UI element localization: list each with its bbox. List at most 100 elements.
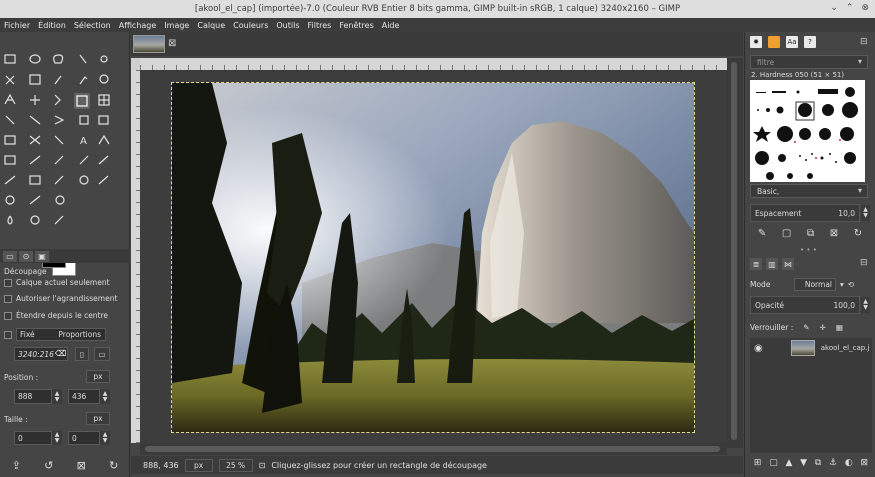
checkbox-current-layer[interactable] [4,278,12,287]
layers-tab-icon[interactable]: ≣ [750,258,762,270]
menu-outils[interactable]: Outils [276,21,299,30]
portrait-icon[interactable]: ▯ [75,347,89,361]
help-tab-icon[interactable]: ? [804,36,816,48]
position-y-input[interactable]: 436 [68,389,100,404]
horizontal-ruler[interactable] [140,58,727,70]
size-h-input[interactable]: 0 [68,431,100,445]
menu-aide[interactable]: Aide [382,21,400,30]
size-w-stepper[interactable]: ▲ ▼ [52,431,62,445]
menu-affichage[interactable]: Affichage [119,21,157,30]
size-unit-select[interactable]: px [86,412,110,425]
new-layer-group-icon[interactable]: ⊞ [754,458,762,472]
tool-options-tab-icon[interactable]: ▭ [3,250,17,262]
position-label: Position : [4,373,39,382]
position-x-stepper[interactable]: ▲ ▼ [52,389,62,404]
spacing-stepper[interactable]: ▲ ▼ [861,205,870,221]
brush-set-dropdown-icon[interactable]: ▾ [858,186,862,195]
mode-dropdown-icon[interactable]: ▾ [840,280,844,289]
save-options-icon[interactable]: ⇪ [12,459,21,472]
close-tab-icon[interactable]: ⊠ [168,38,178,49]
lock-position-icon[interactable]: ✛ [820,323,826,332]
option-expand-center[interactable]: Étendre depuis le centre [4,311,108,320]
menu-selection[interactable]: Sélection [74,21,111,30]
size-w-input[interactable]: 0 [14,431,52,445]
image-canvas[interactable] [171,82,695,433]
unit-select[interactable]: px [184,458,213,472]
layers-menu-icon[interactable]: ⊟ [860,258,868,268]
position-y-stepper[interactable]: ▲ ▼ [100,389,110,404]
dock-menu-icon[interactable]: ⊟ [860,37,868,47]
lower-layer-icon[interactable]: ▼ [800,458,807,472]
new-layer-icon[interactable]: ▢ [769,458,778,472]
reset-options-icon[interactable]: ↻ [109,459,118,472]
delete-layer-icon[interactable]: ⊠ [861,458,869,472]
spacing-slider[interactable]: Espacement 10,0 [750,204,860,222]
paths-tab-icon[interactable]: ⋈ [782,258,794,270]
channels-tab-icon[interactable]: ▥ [766,258,778,270]
menu-fichier[interactable]: Fichier [4,21,30,30]
duplicate-brush-icon[interactable]: ⧉ [807,228,814,244]
ruler-corner[interactable] [131,58,140,70]
minimize-button[interactable]: ⌄ [830,3,838,13]
new-brush-icon[interactable]: ▢ [782,228,791,244]
fonts-tab-icon[interactable]: Aa [786,36,798,48]
device-status-tab-icon[interactable]: ⊙ [19,250,33,262]
menu-fenetres[interactable]: Fenêtres [339,21,373,30]
layer-mode-select[interactable]: Normal [794,277,836,291]
lock-alpha-icon[interactable]: ▦ [836,323,843,332]
lock-pixels-icon[interactable]: ✎ [803,323,809,332]
brushes-tab-icon[interactable]: ✸ [750,36,762,48]
option-allow-growing[interactable]: Autoriser l'agrandissement [4,294,117,303]
restore-options-icon[interactable]: ↺ [44,459,53,472]
delete-brush-icon[interactable]: ⊠ [830,228,838,244]
menu-calque[interactable]: Calque [197,21,225,30]
vertical-ruler[interactable] [131,70,140,443]
perspective-icon [79,115,89,125]
checkbox-expand-center[interactable] [4,311,12,320]
opacity-stepper[interactable]: ▲ ▼ [861,297,870,313]
checkbox-allow-growing[interactable] [4,294,12,303]
size-h-stepper[interactable]: ▲ ▼ [100,431,110,445]
brush-grid[interactable] [750,80,865,182]
menu-edition[interactable]: Édition [38,21,66,30]
opacity-slider[interactable]: Opacité 100,0 [750,296,860,314]
close-button[interactable]: ⊗ [861,3,869,13]
unified-transform-icon [99,95,109,105]
zoom-select[interactable]: 25 % [218,458,253,472]
edit-brush-icon[interactable]: ✎ [758,228,766,244]
mask-layer-icon[interactable]: ◐ [845,458,853,472]
position-unit-select[interactable]: px [86,370,110,383]
smudge-icon [29,195,41,205]
menu-filtres[interactable]: Filtres [308,21,332,30]
option-current-layer[interactable]: Calque actuel seulement [4,278,110,287]
filter-dropdown-icon[interactable]: ▾ [858,57,862,66]
undo-history-tab-icon[interactable]: ▣ [35,250,49,262]
layers-list[interactable] [750,358,872,453]
refresh-brushes-icon[interactable]: ↻ [854,228,862,244]
patterns-tab-icon[interactable] [768,36,780,48]
brush-set-select[interactable]: Basic, [750,184,868,198]
anchor-layer-icon[interactable]: ⚓ [829,458,837,472]
fixed-mode-select[interactable]: Fixé Proportions [16,328,106,341]
checkbox-fixed[interactable] [4,330,12,339]
brush-filter-input[interactable]: filtre [750,55,868,69]
vertical-scroll-thumb[interactable] [731,62,737,440]
maximize-button[interactable]: ⌃ [846,3,854,13]
duplicate-layer-icon[interactable]: ⧉ [815,458,821,472]
clear-ratio-icon[interactable]: ⌫ [55,349,66,358]
layer-row[interactable]: ◉ akool_el_cap.j [750,338,872,358]
menu-couleurs[interactable]: Couleurs [233,21,268,30]
menu-image[interactable]: Image [164,21,189,30]
image-tab-thumbnail[interactable] [133,35,165,53]
dock-separator-handle[interactable]: • • • [800,246,817,254]
raise-layer-icon[interactable]: ▲ [785,458,792,472]
horizontal-scroll-thumb[interactable] [145,446,720,452]
eraser-icon [29,175,41,185]
delete-options-icon[interactable]: ⊠ [77,459,86,472]
landscape-icon[interactable]: ▭ [94,347,110,361]
visibility-eye-icon[interactable]: ◉ [754,343,763,354]
move-icon [30,95,40,105]
option-fixed[interactable]: Fixé Proportions [4,328,106,341]
composite-mode-icon[interactable]: ⟲ [848,280,854,289]
position-x-input[interactable]: 888 [14,389,52,404]
